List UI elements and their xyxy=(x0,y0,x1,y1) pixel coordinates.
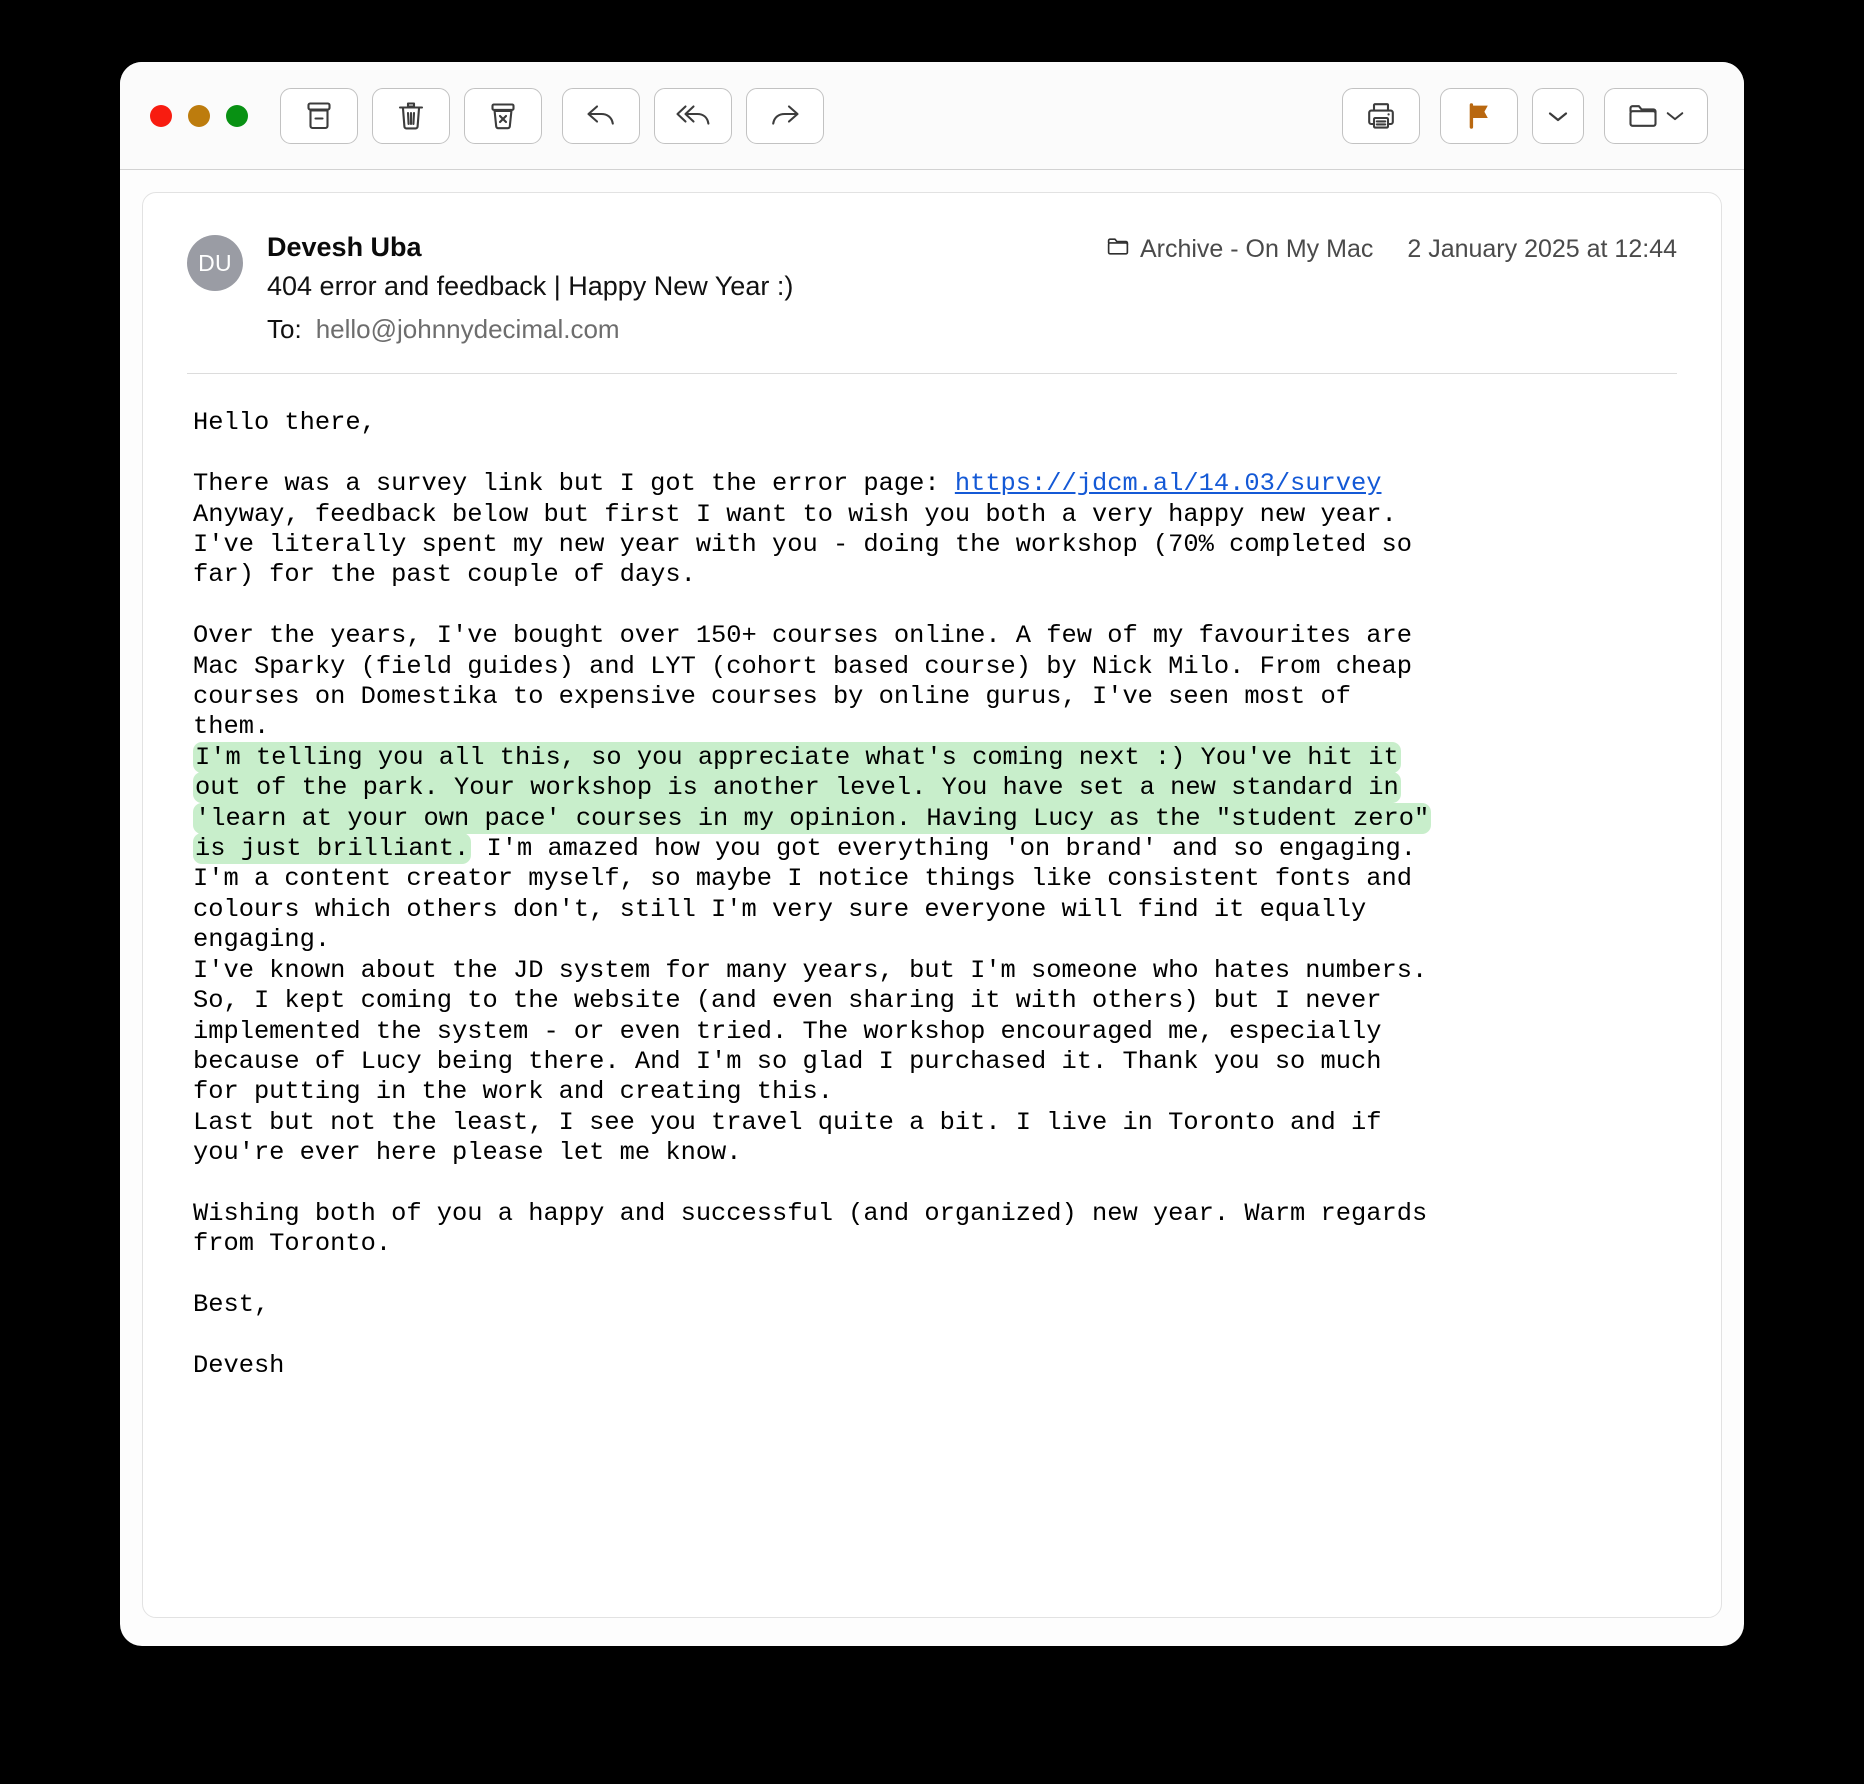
avatar: DU xyxy=(187,235,243,291)
header-divider xyxy=(187,373,1677,375)
minimize-window-button[interactable] xyxy=(188,104,210,127)
message-date: 2 January 2025 at 12:44 xyxy=(1407,235,1677,263)
reply-all-button[interactable] xyxy=(654,87,732,144)
body-greeting: Hello there, xyxy=(193,408,376,438)
body-paragraph-1-rest: Anyway, feedback below but first I want … xyxy=(193,499,1412,590)
print-button[interactable] xyxy=(1342,87,1420,144)
toolbar-group-move xyxy=(1604,87,1708,144)
mailbox-location: Archive - On My Mac xyxy=(1106,235,1373,264)
printer-icon xyxy=(1365,101,1397,131)
flag-menu-button[interactable] xyxy=(1532,87,1584,144)
reply-arrow-icon xyxy=(584,101,618,131)
body-signature: Devesh xyxy=(193,1350,285,1380)
recipient-row: To: hello@johnnydecimal.com xyxy=(267,312,1677,348)
flag-button[interactable] xyxy=(1440,87,1518,144)
message-subject: 404 error and feedback | Happy New Year … xyxy=(267,271,794,302)
zoom-window-button[interactable] xyxy=(226,104,248,127)
toolbar-group-respond xyxy=(562,87,824,144)
message-card: DU Devesh Uba 404 error and feedback | H… xyxy=(142,192,1722,1618)
reply-button[interactable] xyxy=(562,87,640,144)
toolbar-group-print xyxy=(1342,87,1420,144)
chevron-down-icon xyxy=(1665,109,1685,122)
trash-icon xyxy=(396,100,426,132)
junk-bin-icon xyxy=(488,100,518,132)
body-closing: Wishing both of you a happy and successf… xyxy=(193,1198,1428,1259)
forward-button[interactable] xyxy=(746,87,824,144)
to-label: To: xyxy=(267,313,302,344)
forward-arrow-icon xyxy=(768,101,802,131)
body-signoff: Best, xyxy=(193,1290,270,1320)
traffic-light-controls xyxy=(150,104,248,127)
body-paragraph-1-lead: There was a survey link but I got the er… xyxy=(193,469,955,499)
archive-button[interactable] xyxy=(280,87,358,144)
junk-button[interactable] xyxy=(464,87,542,144)
window-toolbar xyxy=(120,62,1744,170)
folder-icon xyxy=(1106,235,1130,264)
message-meta: Archive - On My Mac 2 January 2025 at 12… xyxy=(1106,235,1677,264)
toolbar-group-manage xyxy=(280,87,542,144)
survey-link[interactable]: https://jdcm.al/14.03/survey xyxy=(955,469,1382,498)
recipient-address[interactable]: hello@johnnydecimal.com xyxy=(316,314,620,344)
desktop-background: DU Devesh Uba 404 error and feedback | H… xyxy=(0,0,1864,1784)
folder-icon xyxy=(1627,102,1659,130)
delete-button[interactable] xyxy=(372,87,450,144)
flag-icon xyxy=(1463,101,1495,131)
reply-all-arrow-icon xyxy=(674,101,712,131)
mailbox-label: Archive - On My Mac xyxy=(1139,235,1374,263)
toolbar-group-flag xyxy=(1440,87,1584,144)
body-paragraph-2-tail: I'm amazed how you got everything 'on br… xyxy=(193,834,1428,1168)
message-body: Hello there, There was a survey link but… xyxy=(187,408,1677,1381)
mail-message-window: DU Devesh Uba 404 error and feedback | H… xyxy=(120,62,1744,1646)
close-window-button[interactable] xyxy=(150,104,172,127)
message-scroll-area[interactable]: DU Devesh Uba 404 error and feedback | H… xyxy=(120,170,1744,1646)
message-header: DU Devesh Uba 404 error and feedback | H… xyxy=(187,229,1677,347)
chevron-down-icon xyxy=(1547,109,1569,123)
archive-box-icon xyxy=(304,100,334,132)
body-paragraph-2-intro: Over the years, I've bought over 150+ co… xyxy=(193,621,1412,742)
move-to-folder-button[interactable] xyxy=(1604,87,1708,144)
